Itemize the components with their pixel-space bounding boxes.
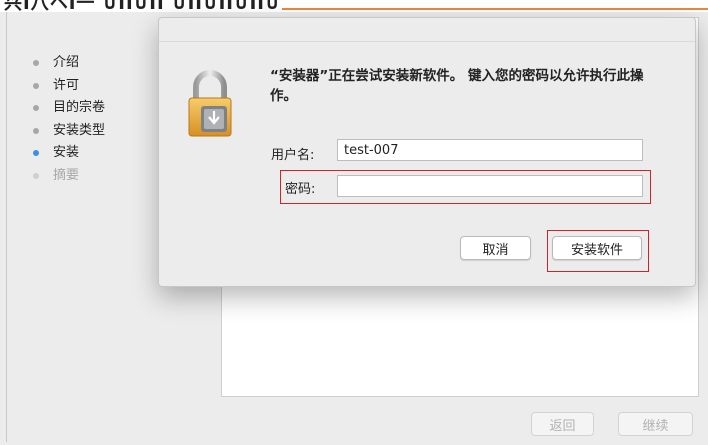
step-label: 目的宗卷 <box>53 100 106 115</box>
step-label: 摘要 <box>53 167 80 183</box>
username-field[interactable] <box>337 139 643 161</box>
continue-button[interactable]: 继续 <box>618 412 693 436</box>
step-dot-icon <box>33 60 39 66</box>
step-label: 介绍 <box>53 55 80 70</box>
step-dot-icon <box>33 105 39 111</box>
banner-text: 兴Ⅰ八ヘⅠ一 ∪ⅠⅠ∪ⅠⅠ ∪ⅠⅠ∪ⅠⅠ∪ⅠⅠ∪ <box>4 0 281 12</box>
lock-icon <box>188 70 232 137</box>
step-license: 许可 <box>29 75 105 98</box>
dialog-titlebar <box>159 18 695 42</box>
installer-steps: 介绍 许可 目的宗卷 安装类型 安装 摘要 <box>29 52 105 187</box>
step-destination: 目的宗卷 <box>29 97 105 120</box>
step-installation: 安装 <box>29 142 105 165</box>
step-summary: 摘要 <box>29 165 105 188</box>
step-introduction: 介绍 <box>29 52 105 75</box>
top-banner: 兴Ⅰ八ヘⅠ一 ∪ⅠⅠ∪ⅠⅠ ∪ⅠⅠ∪ⅠⅠ∪ⅠⅠ∪ <box>0 0 708 12</box>
authentication-dialog: “安装器”正在尝试安装新软件。 键入您的密码以允许执行此操作。 用户名: 密码:… <box>158 17 696 287</box>
step-installation-type: 安装类型 <box>29 120 105 143</box>
step-dot-icon <box>33 172 39 179</box>
password-highlight-box <box>280 170 651 204</box>
step-label: 许可 <box>53 77 80 93</box>
back-button[interactable]: 返回 <box>531 412 594 436</box>
step-dot-active-icon <box>33 150 39 156</box>
install-highlight-box <box>547 230 649 272</box>
step-dot-icon <box>33 82 39 89</box>
cancel-button[interactable]: 取消 <box>460 236 531 260</box>
step-label: 安装 <box>53 145 80 160</box>
step-label: 安装类型 <box>53 122 106 138</box>
username-label: 用户名: <box>271 148 315 163</box>
banner-divider <box>282 8 708 10</box>
step-dot-icon <box>33 127 39 134</box>
dialog-message: “安装器”正在尝试安装新软件。 键入您的密码以允许执行此操作。 <box>270 68 644 104</box>
